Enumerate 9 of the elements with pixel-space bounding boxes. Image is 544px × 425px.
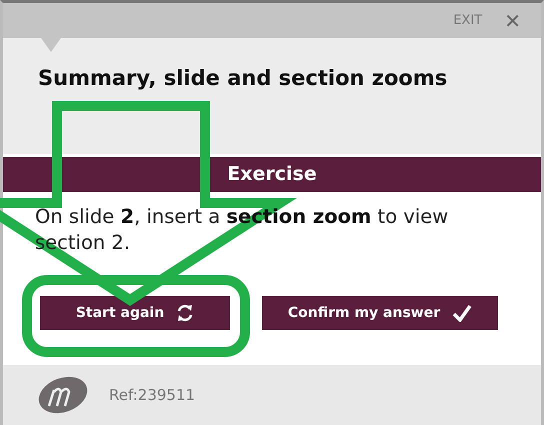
lesson-title: Summary, slide and section zooms	[38, 66, 448, 90]
start-again-button[interactable]: Start again	[40, 296, 230, 330]
exit-label: EXIT	[453, 13, 482, 28]
logo-icon	[37, 374, 89, 416]
checkmark-icon	[452, 304, 472, 322]
exercise-header: Exercise	[3, 157, 541, 192]
confirm-button[interactable]: Confirm my answer	[262, 296, 498, 330]
refresh-icon	[176, 303, 194, 323]
reference-number: Ref:239511	[109, 386, 196, 404]
